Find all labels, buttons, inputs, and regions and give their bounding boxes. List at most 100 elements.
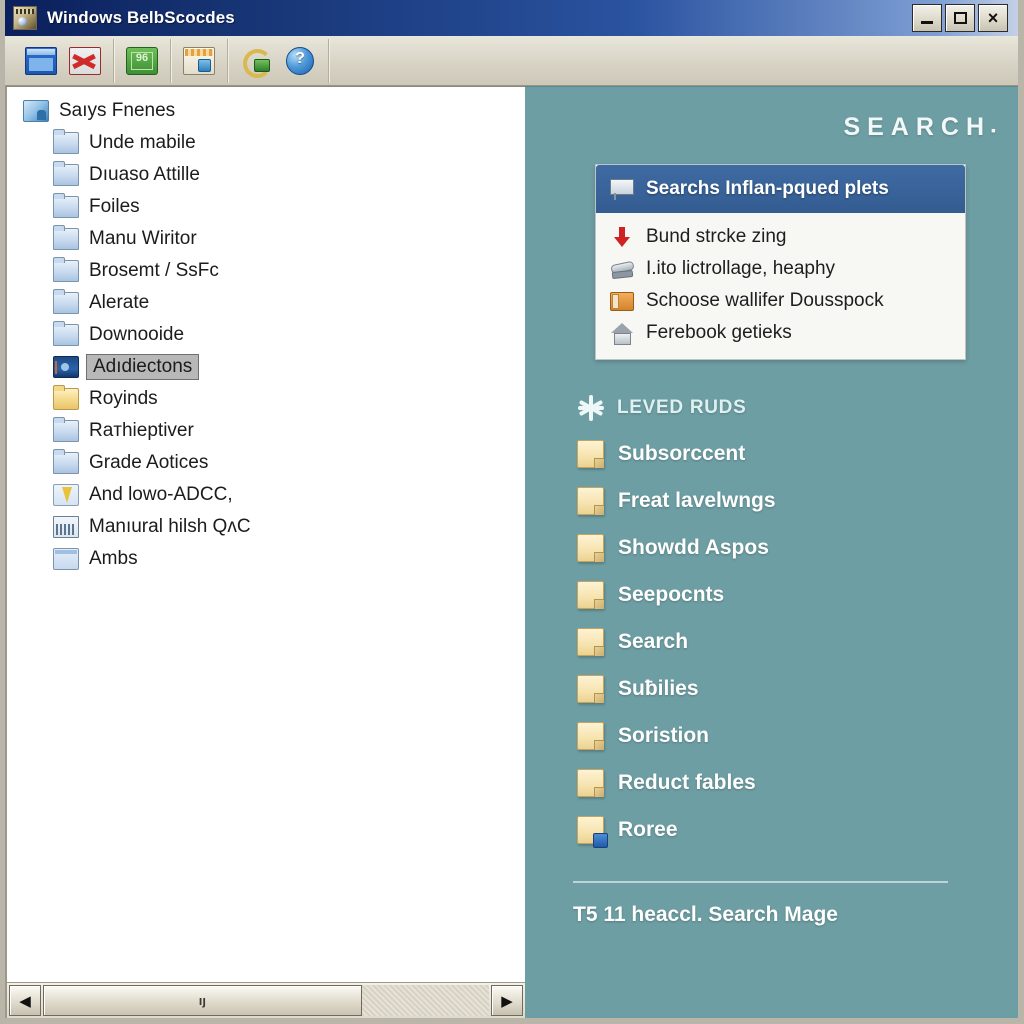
dropdown-item-label: I.ito lictrollage, heaphy: [646, 258, 836, 279]
scroll-left-button[interactable]: ◀: [9, 985, 41, 1016]
dropdown-item-label: Schoose wallifer Dousspock: [646, 290, 884, 311]
folder-list-label: Search: [618, 629, 689, 653]
folder-icon: [53, 449, 79, 474]
folder-list-label: Freat lavelwngs: [618, 488, 776, 512]
tree-item-13[interactable]: Ambs: [15, 543, 525, 575]
folder-list-item-5[interactable]: Suƀilies: [577, 665, 1000, 712]
folder-icon: [577, 674, 604, 703]
toolbar: [5, 36, 1018, 86]
dropdown-item-3[interactable]: Ferebook getieks: [596, 317, 965, 349]
dropdown-item-label: Ferebook getieks: [646, 322, 792, 343]
search-dropdown: Searchs Inflan-pqued plets Bund strcke z…: [595, 164, 966, 360]
tree-item-7-selected[interactable]: Adıdiectons: [15, 351, 525, 383]
minimize-button[interactable]: [912, 4, 942, 32]
tree-item-label: Raᴛhieptiver: [89, 420, 194, 441]
folder-icon: [53, 289, 79, 314]
tree-item-8[interactable]: Royinds: [15, 383, 525, 415]
tree-item-3[interactable]: Manu Wiritor: [15, 223, 525, 255]
folder-list-item-7[interactable]: Reduct fables: [577, 759, 1000, 806]
folder-list-item-8[interactable]: Roree: [577, 806, 1000, 853]
tree-item-2[interactable]: Foiles: [15, 191, 525, 223]
tree-item-label: Unde mabile: [89, 132, 196, 153]
brand-text: SEARCH: [843, 113, 992, 141]
scroll-right-button[interactable]: ▶: [491, 985, 523, 1016]
refresh-money-icon: [241, 48, 272, 78]
computer-icon: [23, 100, 49, 122]
dropdown-item-1[interactable]: I.ito lictrollage, heaphy: [596, 253, 965, 285]
tree-item-11[interactable]: And lowo-ADCC,: [15, 479, 525, 511]
tree-item-6[interactable]: Downooide: [15, 319, 525, 351]
money-icon: [126, 46, 158, 75]
folder-list-item-0[interactable]: Subsorccent: [577, 430, 1000, 477]
tree-item-label: Manıural hilsh QʌC: [89, 516, 251, 537]
tree-root-label: Saıys Fnenes: [59, 100, 176, 121]
tree-item-12[interactable]: Manıural hilsh QʌC: [15, 511, 525, 543]
title-bar: Windows BelbScocdes ×: [5, 0, 1018, 36]
toolbar-window-button[interactable]: [19, 41, 63, 81]
folder-list-item-2[interactable]: Showdd Aspos: [577, 524, 1000, 571]
toolbar-help-button[interactable]: [278, 41, 322, 81]
tree-item-label: And lowo-ADCC,: [89, 484, 233, 505]
tree-item-5[interactable]: Alerate: [15, 287, 525, 319]
scrollbar-thumb[interactable]: ıȷ: [43, 985, 362, 1016]
tree-item-1[interactable]: Dıuaso Attille: [15, 159, 525, 191]
brand-title: SEARCH▪: [543, 87, 1000, 142]
red-x-icon: [69, 46, 101, 75]
folder-list-label: Suƀilies: [618, 676, 699, 700]
tree-item-label: Downooide: [89, 324, 185, 345]
footer-status-text: T5 11 heaccl. Search Mage: [573, 903, 838, 926]
toolbar-group-3: [171, 38, 228, 83]
stapler-icon: [610, 258, 634, 280]
dropdown-header-label: Searchs Inflan-pqued plets: [646, 178, 889, 199]
folder-list-label: Showdd Aspos: [618, 535, 769, 559]
folder-icon: [577, 533, 604, 562]
window-icon: [53, 548, 79, 570]
minimize-icon: [921, 20, 933, 24]
folder-icon: [53, 257, 79, 282]
folder-icon: [577, 580, 604, 609]
grid-icon: [53, 516, 79, 538]
scrollbar-track[interactable]: ıȷ: [43, 985, 489, 1016]
folder-list-item-3[interactable]: Seepocnts: [577, 571, 1000, 618]
app-icon: [13, 6, 37, 30]
tree-item-label: Foiles: [89, 196, 140, 217]
close-button[interactable]: ×: [978, 4, 1008, 32]
tree-item-9[interactable]: Raᴛhieptiver: [15, 415, 525, 447]
footer-divider: [573, 881, 948, 883]
horizontal-scrollbar[interactable]: ◀ ıȷ ▶: [7, 982, 525, 1018]
folder-list-item-4[interactable]: Search: [577, 618, 1000, 665]
toolbar-cards-button[interactable]: [177, 41, 221, 81]
folder-list-item-1[interactable]: Freat lavelwngs: [577, 477, 1000, 524]
tree-item-label: Royinds: [89, 388, 158, 409]
folder-list-label: Roree: [618, 817, 678, 841]
application-window: Windows BelbScocdes × 96 ? Saıys Fnenes …: [0, 0, 1024, 1024]
dropdown-item-0[interactable]: Bund strcke zing: [596, 221, 965, 253]
dropdown-header[interactable]: Searchs Inflan-pqued plets: [596, 165, 965, 213]
tree-item-label: Grade Aotices: [89, 452, 209, 473]
tree-item-10[interactable]: Grade Aotices: [15, 447, 525, 479]
toolbar-refresh-button[interactable]: [234, 41, 278, 81]
folder-list-item-6[interactable]: Soristion: [577, 712, 1000, 759]
dropdown-item-2[interactable]: Schoose wallifer Dousspock: [596, 285, 965, 317]
folder-icon: [53, 161, 79, 186]
tree-item-label: Manu Wiritor: [89, 228, 197, 249]
brand-dot: ▪: [991, 122, 996, 138]
folder-icon: [53, 129, 79, 154]
toolbar-delete-button[interactable]: [63, 41, 107, 81]
folder-list-label: Subsorccent: [618, 441, 746, 465]
arrow-down-icon: [610, 226, 634, 248]
toolbar-money-button[interactable]: [120, 41, 164, 81]
content-area: Saıys Fnenes Unde mabile Dıuaso Attille …: [5, 86, 1018, 1018]
maximize-icon: [953, 12, 967, 24]
tree-root-item[interactable]: Saıys Fnenes: [15, 95, 525, 127]
folder-icon: [577, 627, 604, 656]
folder-icon: [577, 768, 604, 797]
folder-icon: [53, 225, 79, 250]
folder-tree[interactable]: Saıys Fnenes Unde mabile Dıuaso Attille …: [7, 87, 525, 982]
tree-item-0[interactable]: Unde mabile: [15, 127, 525, 159]
tree-item-4[interactable]: Brosemt / SsFc: [15, 255, 525, 287]
folder-icon: [53, 321, 79, 346]
lightning-folder-icon: [53, 484, 79, 506]
maximize-button[interactable]: [945, 4, 975, 32]
section-title: LEVED RUDS: [617, 397, 747, 418]
